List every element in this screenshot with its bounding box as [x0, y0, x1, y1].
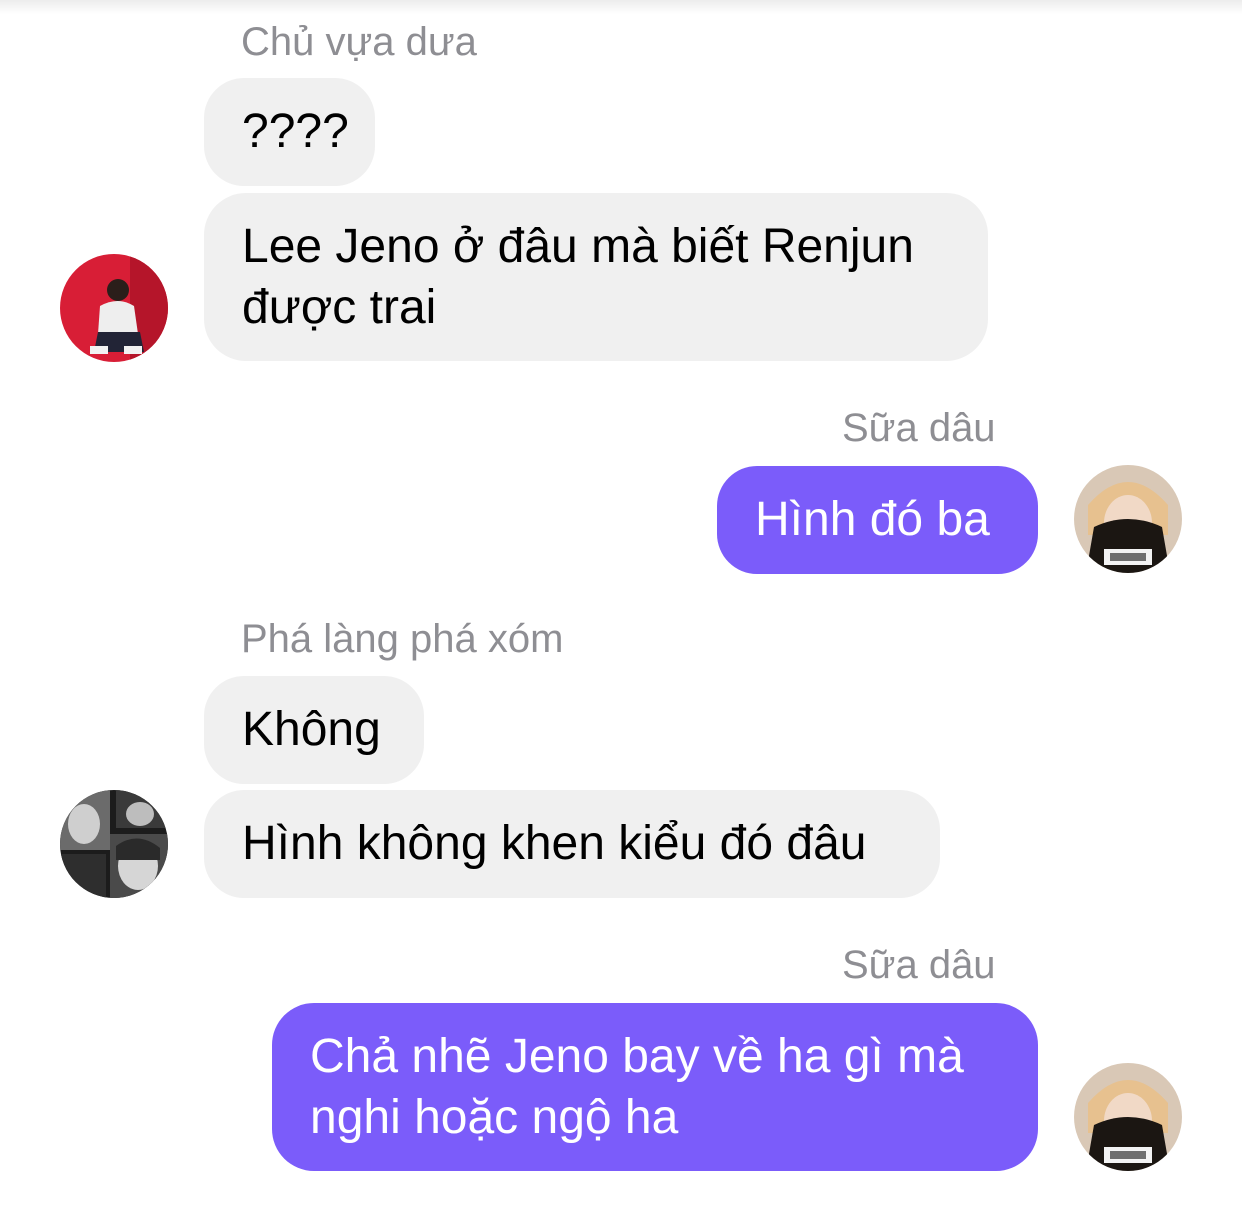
- message-bubble-incoming[interactable]: Lee Jeno ở đâu mà biết Renjun được trai: [204, 193, 988, 361]
- message-bubble-outgoing[interactable]: Hình đó ba: [717, 466, 1038, 574]
- message-bubble-outgoing[interactable]: Chả nhẽ Jeno bay về ha gì mà nghi hoặc n…: [272, 1003, 1038, 1171]
- sender-name: Sữa dâu: [842, 943, 996, 987]
- blonde-person-mask-avatar[interactable]: [1074, 1063, 1182, 1171]
- chat-thread: Chủ vựa dưa ???? Lee Jeno ở đâu mà biết …: [0, 0, 1242, 1206]
- message-bubble-incoming[interactable]: ????: [204, 78, 375, 186]
- sender-name: Phá làng phá xóm: [241, 617, 564, 661]
- message-bubble-incoming[interactable]: Không: [204, 676, 424, 784]
- top-shadow: [0, 0, 1242, 14]
- grayscale-collage-avatar[interactable]: [60, 790, 168, 898]
- message-bubble-incoming[interactable]: Hình không khen kiểu đó đâu: [204, 790, 940, 898]
- sender-name: Chủ vựa dưa: [241, 20, 477, 64]
- blonde-person-mask-avatar[interactable]: [1074, 465, 1182, 573]
- red-background-person-avatar[interactable]: [60, 254, 168, 362]
- sender-name: Sữa dâu: [842, 406, 996, 450]
